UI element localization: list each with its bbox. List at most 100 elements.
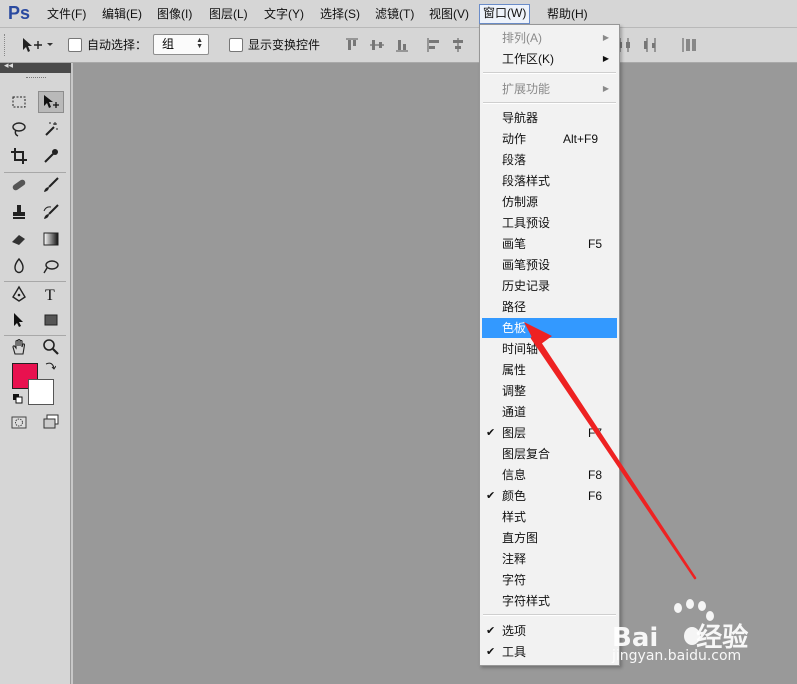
options-grip[interactable]	[4, 34, 7, 56]
menu-item-options[interactable]: ✔ 选项	[482, 621, 617, 641]
blur-tool[interactable]	[6, 255, 32, 277]
hand-icon	[12, 338, 26, 355]
menu-item-swatches[interactable]: 色板	[482, 318, 617, 338]
menu-item-paths[interactable]: 路径	[482, 297, 617, 317]
document-canvas-area[interactable]	[73, 63, 797, 684]
options-bar: 自动选择： 组 ▲ ▼ 显示变换控件	[0, 28, 797, 63]
swap-colors-icon[interactable]	[44, 360, 56, 372]
default-colors-icon[interactable]	[12, 393, 24, 405]
menu-item-brush[interactable]: 画笔 F5	[482, 234, 617, 254]
marquee-tool[interactable]	[6, 91, 32, 113]
check-icon: ✔	[486, 490, 496, 502]
healing-brush-tool[interactable]	[6, 174, 32, 196]
menu-item-info[interactable]: 信息 F8	[482, 465, 617, 485]
show-transform-label: 显示变换控件	[248, 38, 321, 52]
tool-preset-picker[interactable]	[20, 36, 60, 54]
menu-item-label: 导航器	[502, 111, 539, 125]
menu-item-shortcut: Alt+F9	[563, 132, 599, 146]
brush-tool[interactable]	[38, 174, 64, 196]
menu-item-label: 段落样式	[502, 174, 551, 188]
menu-item-label: 图层	[502, 426, 527, 440]
menu-item-workspace[interactable]: 工作区(K) ▶	[482, 49, 617, 69]
menu-separator	[483, 614, 616, 616]
menu-edit[interactable]: 编辑(E)	[99, 5, 145, 23]
menu-window[interactable]: 窗口(W)	[479, 4, 531, 24]
menu-select[interactable]: 选择(S)	[317, 5, 363, 23]
path-select-tool[interactable]	[6, 309, 32, 331]
menu-item-extensions[interactable]: 扩展功能 ▶	[482, 79, 617, 99]
menu-item-histogram[interactable]: 直方图	[482, 528, 617, 548]
menu-item-label: 通道	[502, 405, 527, 419]
align-top-icon[interactable]	[344, 36, 360, 54]
auto-select-checkbox[interactable]	[68, 38, 82, 52]
pen-icon	[12, 285, 26, 302]
menu-item-actions[interactable]: 动作 Alt+F9	[482, 129, 617, 149]
menu-item-timeline[interactable]: 时间轴	[482, 339, 617, 359]
background-color-swatch[interactable]	[28, 379, 54, 405]
menu-item-history[interactable]: 历史记录	[482, 276, 617, 296]
menu-item-color[interactable]: ✔ 颜色 F6	[482, 486, 617, 506]
quick-mask-button[interactable]	[6, 411, 32, 433]
menu-item-channels[interactable]: 通道	[482, 402, 617, 422]
menu-item-label: 颜色	[502, 489, 527, 503]
menu-item-label: 动作	[502, 132, 527, 146]
check-icon: ✔	[486, 646, 496, 658]
eraser-tool[interactable]	[6, 228, 32, 250]
eyedropper-tool[interactable]	[38, 145, 64, 167]
show-transform-checkbox[interactable]	[229, 38, 243, 52]
crop-tool[interactable]	[6, 145, 32, 167]
screen-mode-button[interactable]	[38, 411, 64, 433]
hand-tool[interactable]	[6, 336, 32, 358]
menu-item-styles[interactable]: 样式	[482, 507, 617, 527]
menu-item-arrange[interactable]: 排列(A) ▶	[482, 28, 617, 48]
align-bottom-icon[interactable]	[394, 36, 410, 54]
auto-align-icon[interactable]	[682, 36, 698, 54]
menu-item-character-styles[interactable]: 字符样式	[482, 591, 617, 611]
toolbox-grip[interactable]	[26, 77, 46, 80]
pen-tool[interactable]	[6, 283, 32, 305]
menu-item-tool-presets[interactable]: 工具预设	[482, 213, 617, 233]
align-hcenter-icon[interactable]	[450, 36, 466, 54]
distribute-right-icon[interactable]	[642, 36, 658, 54]
menu-item-notes[interactable]: 注释	[482, 549, 617, 569]
lasso-tool[interactable]	[6, 118, 32, 140]
align-vcenter-icon[interactable]	[369, 36, 385, 54]
menu-item-character[interactable]: 字符	[482, 570, 617, 590]
menu-filter[interactable]: 滤镜(T)	[372, 5, 417, 23]
menu-item-layer-comps[interactable]: 图层复合	[482, 444, 617, 464]
menu-view[interactable]: 视图(V)	[426, 5, 472, 23]
align-left-icon[interactable]	[426, 36, 442, 54]
history-brush-tool[interactable]	[38, 201, 64, 223]
menu-item-label: 色板	[502, 321, 527, 335]
menu-item-adjustments[interactable]: 调整	[482, 381, 617, 401]
menu-item-layers[interactable]: ✔ 图层 F7	[482, 423, 617, 443]
menu-layer[interactable]: 图层(L)	[206, 5, 251, 23]
move-tool[interactable]	[38, 91, 64, 113]
quick-mask-icon	[11, 416, 27, 429]
menu-item-clone-source[interactable]: 仿制源	[482, 192, 617, 212]
submenu-arrow-icon: ▶	[602, 54, 609, 63]
menu-item-navigator[interactable]: 导航器	[482, 108, 617, 128]
menu-item-paragraph[interactable]: 段落	[482, 150, 617, 170]
menu-item-label: 工作区(K)	[502, 52, 554, 66]
menu-image[interactable]: 图像(I)	[154, 5, 195, 23]
gradient-tool[interactable]	[38, 228, 64, 250]
type-tool[interactable]: T	[38, 283, 64, 305]
auto-select-dropdown[interactable]: 组 ▲ ▼	[153, 34, 209, 55]
rectangle-tool[interactable]	[38, 309, 64, 331]
menu-item-label: 字符	[502, 573, 527, 587]
menu-item-brush-presets[interactable]: 画笔预设	[482, 255, 617, 275]
menu-item-tools[interactable]: ✔ 工具	[482, 642, 617, 662]
menu-type[interactable]: 文字(Y)	[261, 5, 307, 23]
collapse-icon[interactable]: ◂◂	[4, 60, 13, 71]
menu-help[interactable]: 帮助(H)	[544, 5, 591, 23]
toolbox-header[interactable]: ◂◂	[0, 60, 71, 73]
clone-stamp-tool[interactable]	[6, 201, 32, 223]
menu-file[interactable]: 文件(F)	[44, 5, 89, 23]
dodge-tool[interactable]	[38, 255, 64, 277]
menu-item-label: 注释	[502, 552, 527, 566]
menu-item-paragraph-styles[interactable]: 段落样式	[482, 171, 617, 191]
magic-wand-tool[interactable]	[38, 118, 64, 140]
zoom-tool[interactable]	[38, 336, 64, 358]
menu-item-properties[interactable]: 属性	[482, 360, 617, 380]
